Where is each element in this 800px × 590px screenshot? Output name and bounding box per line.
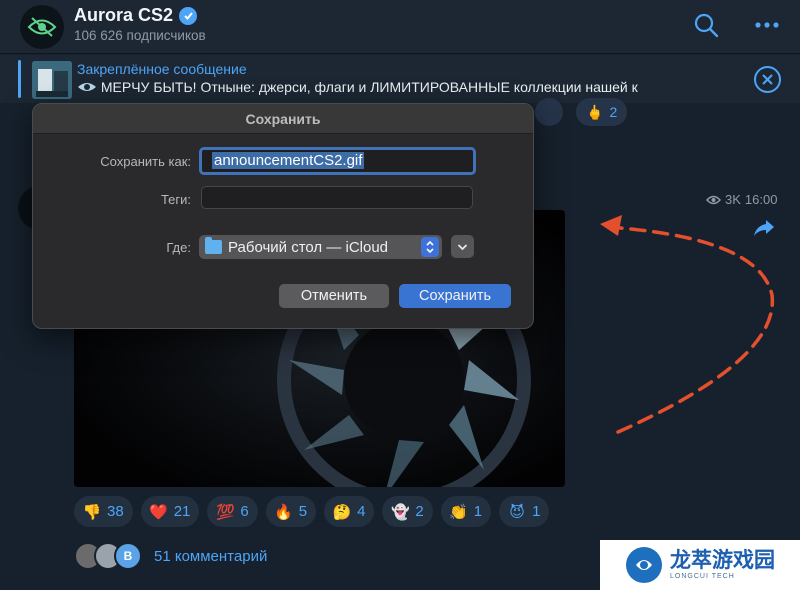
views-eye-icon xyxy=(706,195,721,204)
post-time: 16:00 xyxy=(744,192,778,207)
watermark-sub: LONGCUI TECH xyxy=(670,573,735,580)
views-count: 3K xyxy=(725,192,741,207)
reaction-count: 4 xyxy=(357,503,366,520)
reaction-chip[interactable]: 👏 1 xyxy=(440,496,492,527)
reaction-count: 1 xyxy=(532,503,541,520)
reaction-emoji-icon: 🔥 xyxy=(274,503,294,521)
save-button[interactable]: Сохранить xyxy=(399,284,511,308)
subscriber-count: 106 626 подписчиков xyxy=(74,28,206,43)
reaction-count: 6 xyxy=(240,503,249,520)
reaction-chip[interactable]: ❤️ 21 xyxy=(140,496,200,527)
reaction-count: 2 xyxy=(415,503,424,520)
reaction-emoji-icon: 👎 xyxy=(82,503,102,521)
close-pinned-icon[interactable] xyxy=(754,66,781,93)
tags-input[interactable] xyxy=(201,186,473,209)
location-select[interactable]: Рабочий стол — iCloud xyxy=(199,235,442,259)
watermark-logo-icon xyxy=(626,547,662,583)
eye-logo-icon xyxy=(78,83,96,91)
prev-reaction-chip[interactable]: 🖕 2 xyxy=(576,98,628,126)
pinned-title: Закреплённое сообщение xyxy=(77,61,247,77)
reaction-chip[interactable]: 🔥 5 xyxy=(265,496,317,527)
reaction-count: 21 xyxy=(173,503,191,520)
channel-header: Aurora CS2 106 626 подписчиков xyxy=(0,0,800,54)
watermark-text: 龙萃游戏园 xyxy=(670,549,775,572)
reaction-emoji-icon: 🤔 xyxy=(332,503,352,521)
pinned-indicator xyxy=(18,60,21,98)
dialog-titlebar[interactable]: Сохранить xyxy=(33,104,533,134)
reaction-chip[interactable]: 👎 38 xyxy=(74,496,133,527)
reaction-emoji-icon: ❤️ xyxy=(149,503,169,521)
watermark: 龙萃游戏园 LONGCUI TECH xyxy=(600,540,800,590)
post-meta: 3K 16:00 xyxy=(706,192,777,207)
commenter-avatars: B xyxy=(74,542,144,570)
filename-input[interactable]: announcementCS2.gif xyxy=(199,147,476,175)
tags-label: Теги: xyxy=(160,192,191,207)
pinned-message-bar[interactable]: Закреплённое сообщение МЕРЧУ БЫТЬ! Отнын… xyxy=(0,55,800,103)
save-dialog: Сохранить Сохранить как: announcementCS2… xyxy=(32,103,534,329)
pinned-text: МЕРЧУ БЫТЬ! Отныне: джерси, флаги и ЛИМИ… xyxy=(77,79,742,95)
reaction-count: 1 xyxy=(473,503,483,520)
location-value: Рабочий стол — iCloud xyxy=(228,238,389,256)
filename-selection: announcementCS2.gif xyxy=(212,152,365,169)
comments-link[interactable]: B 51 комментарий xyxy=(74,542,267,570)
reaction-emoji-icon: 👻 xyxy=(391,503,410,521)
cancel-button[interactable]: Отменить xyxy=(279,284,389,308)
updown-chevron-icon xyxy=(421,237,439,257)
commenter-avatar-letter: B xyxy=(114,542,142,570)
reaction-emoji-icon: 💯 xyxy=(216,503,235,521)
eye-slash-logo-icon xyxy=(27,17,57,37)
prev-reaction-chip[interactable] xyxy=(535,98,563,126)
prev-reaction-count: 2 xyxy=(609,104,618,120)
save-as-label: Сохранить как: xyxy=(100,154,191,169)
channel-name: Aurora CS2 xyxy=(74,5,174,25)
dialog-title: Сохранить xyxy=(245,111,321,127)
search-icon[interactable] xyxy=(691,10,721,40)
hand-emoji-icon: 🖕 xyxy=(586,103,604,120)
channel-avatar[interactable] xyxy=(20,5,64,49)
reaction-chip[interactable]: 👻 2 xyxy=(382,496,433,527)
more-options-icon[interactable] xyxy=(752,10,782,40)
reaction-chip[interactable]: 🤔 4 xyxy=(324,496,375,527)
channel-title[interactable]: Aurora CS2 xyxy=(74,5,198,26)
reaction-emoji-icon: 👏 xyxy=(449,503,469,521)
reaction-chip[interactable]: 💯 6 xyxy=(207,496,258,527)
reaction-emoji-icon: 😈 xyxy=(509,503,525,521)
where-label: Где: xyxy=(166,240,191,255)
reaction-chip[interactable]: 😈 1 xyxy=(499,496,550,527)
expand-dialog-button[interactable] xyxy=(451,235,474,258)
annotation-arrow xyxy=(600,215,775,434)
reactions-row: 👎 38 ❤️ 21 💯 6 🔥 5 🤔 4 👻 2 👏 1 😈 1 xyxy=(74,496,550,527)
reaction-count: 38 xyxy=(107,503,124,520)
reaction-count: 5 xyxy=(298,503,308,520)
folder-icon xyxy=(205,237,222,254)
chevron-down-icon xyxy=(457,243,468,250)
comments-count: 51 комментарий xyxy=(154,547,268,565)
pinned-text-content: МЕРЧУ БЫТЬ! Отныне: джерси, флаги и ЛИМИ… xyxy=(100,79,638,95)
pinned-thumbnail xyxy=(32,61,72,99)
verified-icon xyxy=(179,6,198,25)
